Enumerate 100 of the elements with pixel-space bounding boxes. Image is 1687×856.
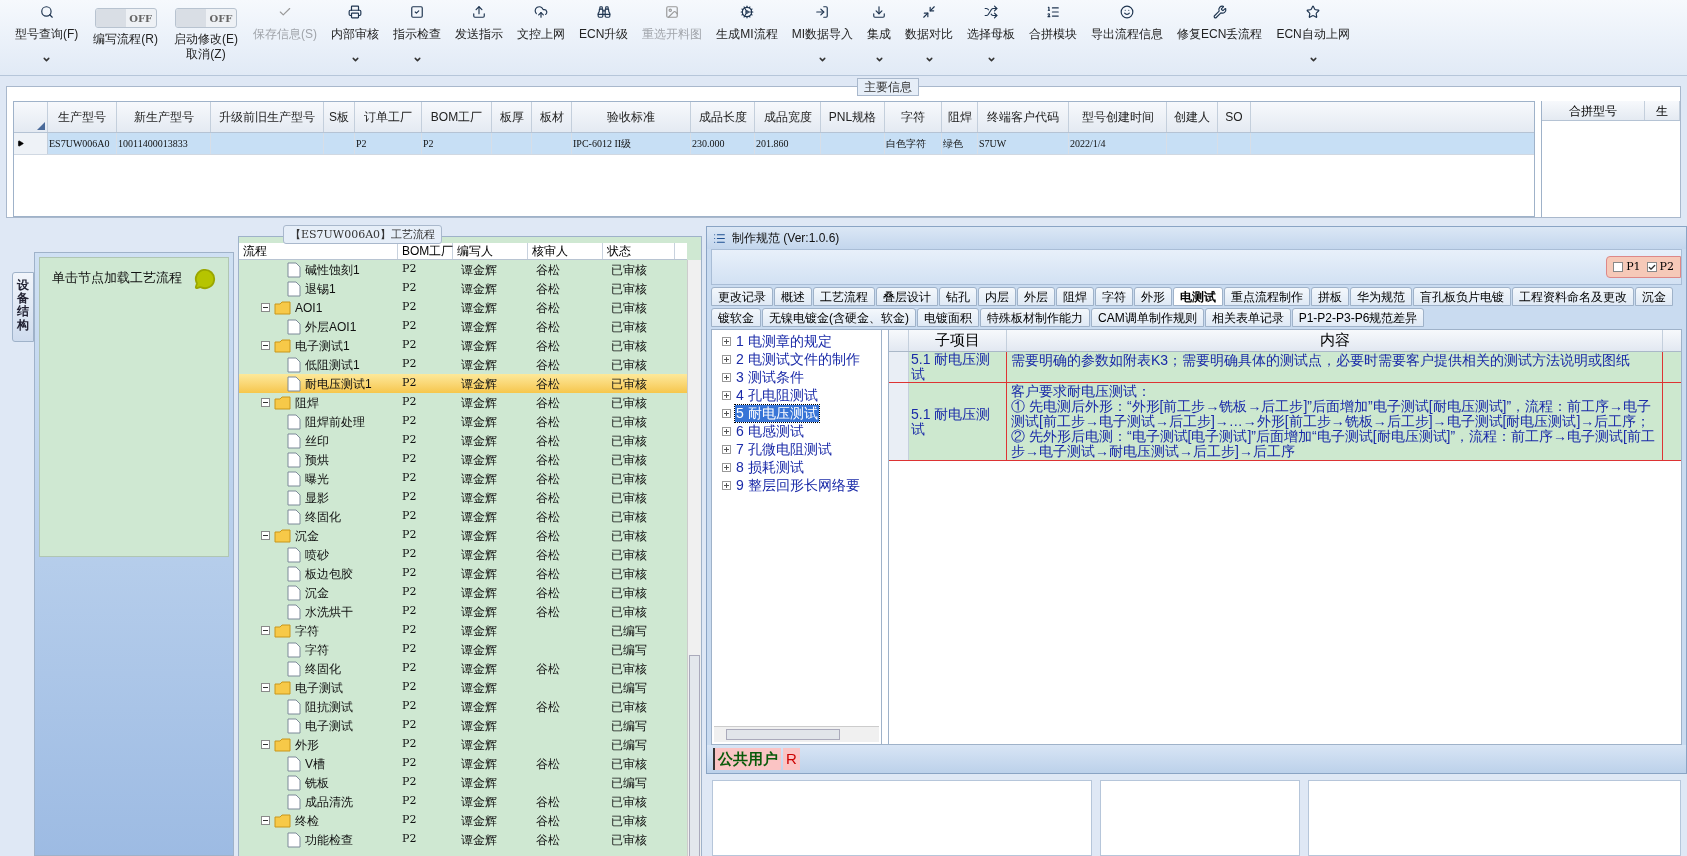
toolbar-button[interactable]: ECN升级 (572, 0, 636, 72)
tree-row[interactable]: 电子测试 P2 谭金辉 已编写 (239, 678, 687, 697)
expand-icon[interactable] (722, 480, 731, 490)
expand-icon[interactable] (722, 426, 731, 436)
tree-row[interactable]: 沉金 P2 谭金辉 谷松 已审核 (239, 526, 687, 545)
tab[interactable]: 拼板 (1311, 287, 1349, 306)
checkbox[interactable] (1613, 262, 1624, 272)
outline-item[interactable]: 1 电测章的规定 (735, 332, 833, 350)
scrollbar[interactable] (687, 260, 701, 856)
tree-row[interactable]: 字符 P2 谭金辉 已编写 (239, 621, 687, 640)
collapse-icon[interactable] (261, 303, 270, 312)
tab[interactable]: 电测试 (1173, 287, 1223, 306)
expand-icon[interactable] (722, 354, 731, 364)
tree-row[interactable]: 碱性蚀刻1 P2 谭金辉 谷松 已审核 (239, 260, 687, 279)
tab[interactable]: CAM调单制作规则 (1091, 308, 1204, 327)
tree-row[interactable]: 曝光 P2 谭金辉 谷松 已审核 (239, 469, 687, 488)
tab[interactable]: 阻焊 (1056, 287, 1094, 306)
tab[interactable]: 钻孔 (939, 287, 977, 306)
tab[interactable]: P1-P2-P3-P6规范差异 (1291, 308, 1425, 327)
toolbar-button[interactable]: 生成MI流程 (709, 0, 785, 72)
tree-row[interactable]: 耐电压测试1 P2 谭金辉 谷松 已审核 (239, 374, 687, 393)
tab[interactable]: 外层 (1017, 287, 1055, 306)
toolbar-button[interactable]: 型号查询(F) (8, 0, 86, 72)
tree-row[interactable]: 丝印 P2 谭金辉 谷松 已审核 (239, 431, 687, 450)
collapse-icon[interactable] (261, 626, 270, 635)
tree-row[interactable]: AOI1 P2 谭金辉 谷松 已审核 (239, 298, 687, 317)
toolbar-button[interactable]: 合拼模块 (1022, 0, 1085, 72)
toolbar-button[interactable]: 内部审核 (324, 0, 386, 72)
tree-row[interactable]: 水洗烘干 P2 谭金辉 谷松 已审核 (239, 602, 687, 621)
scrollbar[interactable] (714, 726, 879, 742)
tree-row[interactable]: 低阻测试1 P2 谭金辉 谷松 已审核 (239, 355, 687, 374)
collapse-icon[interactable] (261, 683, 270, 692)
expand-icon[interactable] (722, 408, 731, 418)
outline-item[interactable]: 7 孔微电阻测试 (735, 440, 833, 458)
outline-item[interactable]: 8 损耗测试 (735, 458, 805, 476)
toggle-button[interactable]: OFF 启动修改(E) 取消(Z) (166, 0, 246, 62)
tree-row[interactable]: 沉金 P2 谭金辉 谷松 已审核 (239, 583, 687, 602)
toolbar-button[interactable]: 文控上网 (510, 0, 572, 72)
outline-item[interactable]: 6 电感测试 (735, 422, 805, 440)
tree-row[interactable]: 显影 P2 谭金辉 谷松 已审核 (239, 488, 687, 507)
toolbar-button[interactable]: 修复ECN丢流程 (1170, 0, 1270, 72)
expand-icon[interactable] (722, 390, 731, 400)
toolbar-button[interactable]: 指示检查 (386, 0, 448, 72)
toolbar-button[interactable]: 选择母板 (960, 0, 1023, 72)
tree-row[interactable]: 电子测试 P2 谭金辉 已编写 (239, 716, 687, 735)
tree-row[interactable]: 终固化 P2 谭金辉 谷松 已审核 (239, 507, 687, 526)
expand-icon[interactable] (722, 372, 731, 382)
tree-row[interactable]: 终固化 P2 谭金辉 谷松 已审核 (239, 659, 687, 678)
expand-icon[interactable] (722, 444, 731, 454)
tab[interactable]: 沉金 (1635, 287, 1673, 306)
tree-row[interactable]: 退锡1 P2 谭金辉 谷松 已审核 (239, 279, 687, 298)
tree-row[interactable]: 阻焊 P2 谭金辉 谷松 已审核 (239, 393, 687, 412)
collapse-icon[interactable] (261, 341, 270, 350)
tree-row[interactable]: 铣板 P2 谭金辉 已编写 (239, 773, 687, 792)
toggle-switch[interactable]: OFF (175, 8, 237, 28)
toolbar-button[interactable]: ECN自动上网 (1269, 0, 1357, 72)
toolbar-button[interactable]: MI数据导入 (784, 0, 861, 72)
checkbox[interactable] (1646, 262, 1657, 272)
tab[interactable]: 内层 (978, 287, 1016, 306)
tab[interactable]: 字符 (1095, 287, 1133, 306)
tab[interactable]: 概述 (774, 287, 812, 306)
tab[interactable]: 电镀面积 (917, 308, 979, 327)
tab[interactable]: 华为规范 (1350, 287, 1412, 306)
toolbar-button[interactable]: 集成 (860, 0, 899, 72)
outline-item[interactable]: 3 测试条件 (735, 368, 805, 386)
tab[interactable]: 特殊板材制作能力 (980, 308, 1090, 327)
expand-icon[interactable] (722, 462, 731, 472)
tab[interactable]: 工程资料命名及更改 (1512, 287, 1634, 306)
tree-row[interactable]: 阻焊前处理 P2 谭金辉 谷松 已审核 (239, 412, 687, 431)
tree-row[interactable]: 外形 P2 谭金辉 已编写 (239, 735, 687, 754)
tab[interactable]: 镀软金 (711, 308, 761, 327)
tree-row[interactable]: V槽 P2 谭金辉 谷松 已审核 (239, 754, 687, 773)
tab[interactable]: 外形 (1134, 287, 1172, 306)
toolbar-button[interactable]: 导出流程信息 (1084, 0, 1171, 72)
tree-row[interactable]: 终检 P2 谭金辉 谷松 已审核 (239, 811, 687, 830)
collapse-icon[interactable] (261, 398, 270, 407)
tab[interactable]: 更改记录 (711, 287, 773, 306)
tree-row[interactable]: 字符 P2 谭金辉 已编写 (239, 640, 687, 659)
outline-item[interactable]: 4 孔电阻测试 (735, 386, 819, 404)
collapse-icon[interactable] (261, 740, 270, 749)
vertical-tab[interactable]: 设备结构 (12, 272, 34, 342)
tab[interactable]: 叠层设计 (876, 287, 938, 306)
tree-row[interactable]: 外层AOI1 P2 谭金辉 谷松 已审核 (239, 317, 687, 336)
collapse-icon[interactable] (261, 531, 270, 540)
toggle-switch[interactable]: OFF (94, 8, 157, 28)
toolbar-button[interactable]: 发送指示 (448, 0, 510, 72)
toggle-button[interactable]: OFF 编写流程(R) (85, 0, 166, 47)
tree-row[interactable]: 电子测试1 P2 谭金辉 谷松 已审核 (239, 336, 687, 355)
tab[interactable]: 无镍电镀金(含硬金、软金) (762, 308, 916, 327)
toolbar-button[interactable]: 数据对比 (898, 0, 961, 72)
table-row[interactable]: ES7UW006A0 10011400013833 P2 P2 IPC-6012 II级 230.000 201.860 白色字符 绿色 S7UW 2022/1/4 (14, 133, 1534, 155)
outline-item[interactable]: 9 整层回形长网络要 (735, 476, 861, 494)
outline-item[interactable]: 5 耐电压测试 (735, 404, 819, 422)
tab[interactable]: 重点流程制作 (1224, 287, 1310, 306)
tree-row[interactable]: 功能检查 P2 谭金辉 谷松 已审核 (239, 830, 687, 849)
collapse-icon[interactable] (261, 816, 270, 825)
tree-row[interactable]: 预烘 P2 谭金辉 谷松 已审核 (239, 450, 687, 469)
tab[interactable]: 盲孔板负片电镀 (1413, 287, 1511, 306)
tree-row[interactable]: 喷砂 P2 谭金辉 谷松 已审核 (239, 545, 687, 564)
tab[interactable]: 工艺流程 (813, 287, 875, 306)
